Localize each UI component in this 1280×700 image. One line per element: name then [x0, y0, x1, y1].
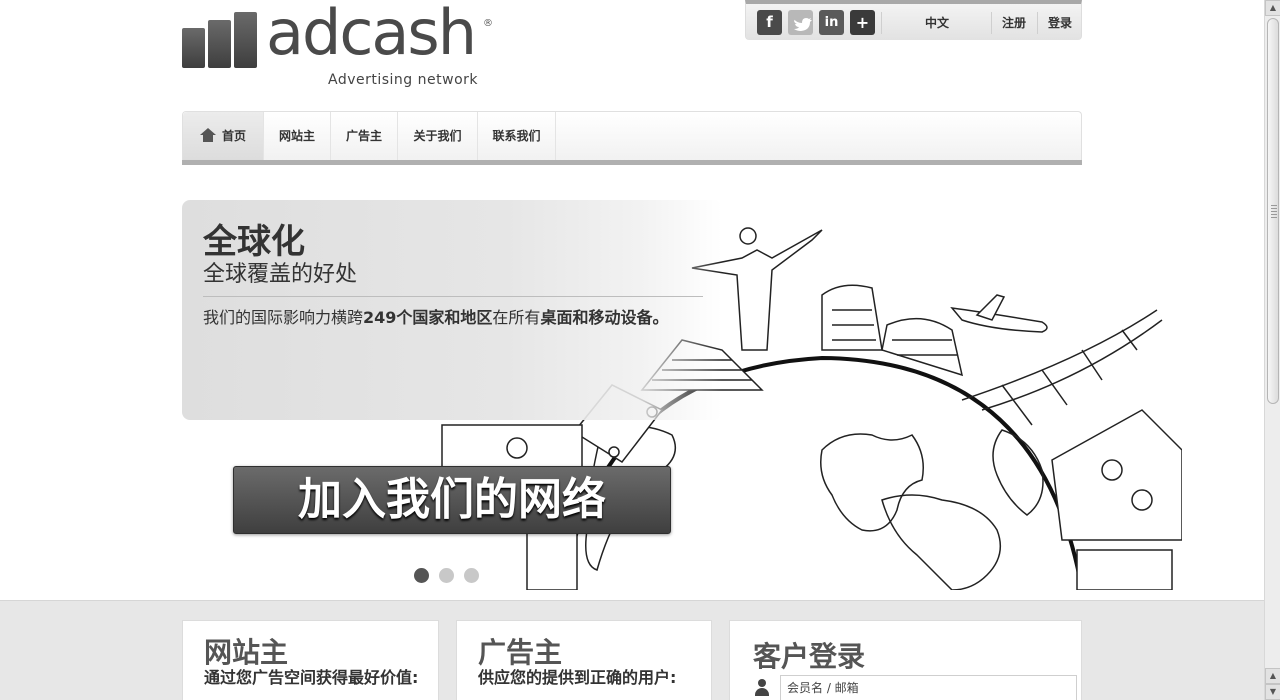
slide-subtitle: 全球覆盖的好处: [203, 262, 358, 287]
slide-dot-3[interactable]: [464, 568, 479, 583]
page: adcash ® Advertising network f in + 中文 注…: [0, 0, 1280, 700]
register-link[interactable]: 注册: [1002, 13, 1026, 33]
google-plus-icon[interactable]: +: [850, 10, 875, 35]
slide-text-emphasis: 桌面和移动设备: [540, 308, 653, 327]
divider: [1037, 12, 1038, 34]
slide-dot-1[interactable]: [414, 568, 429, 583]
home-icon: [199, 128, 216, 142]
slide-dot-2[interactable]: [439, 568, 454, 583]
advertisers-box: 广告主 供应您的提供到正确的用户:: [456, 620, 712, 700]
slide-text-part: 在所有: [492, 308, 541, 327]
slide-text: 我们的国际影响力横跨249个国家和地区在所有桌面和移动设备。: [203, 306, 693, 330]
username-input[interactable]: [780, 675, 1077, 700]
login-title: 客户登录: [753, 640, 866, 673]
slide-text-emphasis: 。: [652, 308, 669, 327]
logo-tagline: Advertising network: [328, 72, 478, 88]
twitter-icon[interactable]: [788, 10, 813, 35]
language-selector[interactable]: 中文: [925, 13, 949, 33]
user-icon: [754, 679, 770, 697]
facebook-icon[interactable]: f: [757, 10, 782, 35]
top-utility-bar: f in + 中文 注册 登录: [745, 0, 1082, 40]
scroll-down-arrow-icon[interactable]: ▼: [1265, 684, 1280, 700]
divider: [991, 12, 992, 34]
adcash-logo[interactable]: adcash ® Advertising network: [182, 2, 502, 92]
publishers-title[interactable]: 网站主: [204, 631, 288, 671]
registered-mark: ®: [483, 18, 493, 29]
advertisers-title[interactable]: 广告主: [478, 631, 562, 671]
logo-bars-icon: [182, 12, 258, 68]
publishers-subtitle: 通过您广告空间获得最好价值:: [204, 668, 419, 687]
join-network-button[interactable]: 加入我们的网络: [233, 466, 671, 534]
nav-item-home[interactable]: 首页: [183, 112, 264, 161]
nav-item-contact[interactable]: 联系我们: [478, 112, 556, 161]
login-link[interactable]: 登录: [1048, 13, 1072, 33]
divider: [881, 12, 882, 34]
slide-text-part: 我们的国际影响力横跨: [203, 308, 364, 327]
publishers-box: 网站主 通过您广告空间获得最好价值:: [182, 620, 439, 700]
nav-item-advertisers[interactable]: 广告主: [331, 112, 398, 161]
scrollbar-thumb[interactable]: [1267, 18, 1279, 404]
login-box: 客户登录: [729, 620, 1082, 700]
scroll-up-arrow-icon[interactable]: ▲: [1265, 0, 1280, 16]
page-scrollbar[interactable]: ▲ ▲ ▼: [1264, 0, 1280, 700]
grip-icon: [1271, 205, 1277, 219]
slide-caption: 全球化 全球覆盖的好处 我们的国际影响力横跨249个国家和地区在所有桌面和移动设…: [182, 200, 722, 420]
logo-wordmark: adcash: [266, 0, 477, 69]
slide-text-emphasis: 249个国家和地区: [363, 308, 493, 327]
scroll-up-arrow-icon[interactable]: ▲: [1265, 668, 1280, 684]
caption-divider: [203, 296, 703, 297]
advertisers-subtitle: 供应您的提供到正确的用户:: [478, 668, 677, 687]
linkedin-icon[interactable]: in: [819, 10, 844, 35]
main-nav: 首页 网站主 广告主 关于我们 联系我们: [182, 111, 1082, 165]
nav-underline: [182, 160, 1082, 165]
nav-item-about[interactable]: 关于我们: [398, 112, 478, 161]
hero-slider: 全球化 全球覆盖的好处 我们的国际影响力横跨249个国家和地区在所有桌面和移动设…: [182, 200, 1182, 590]
nav-item-publishers[interactable]: 网站主: [264, 112, 331, 161]
nav-item-label: 首页: [221, 129, 246, 143]
